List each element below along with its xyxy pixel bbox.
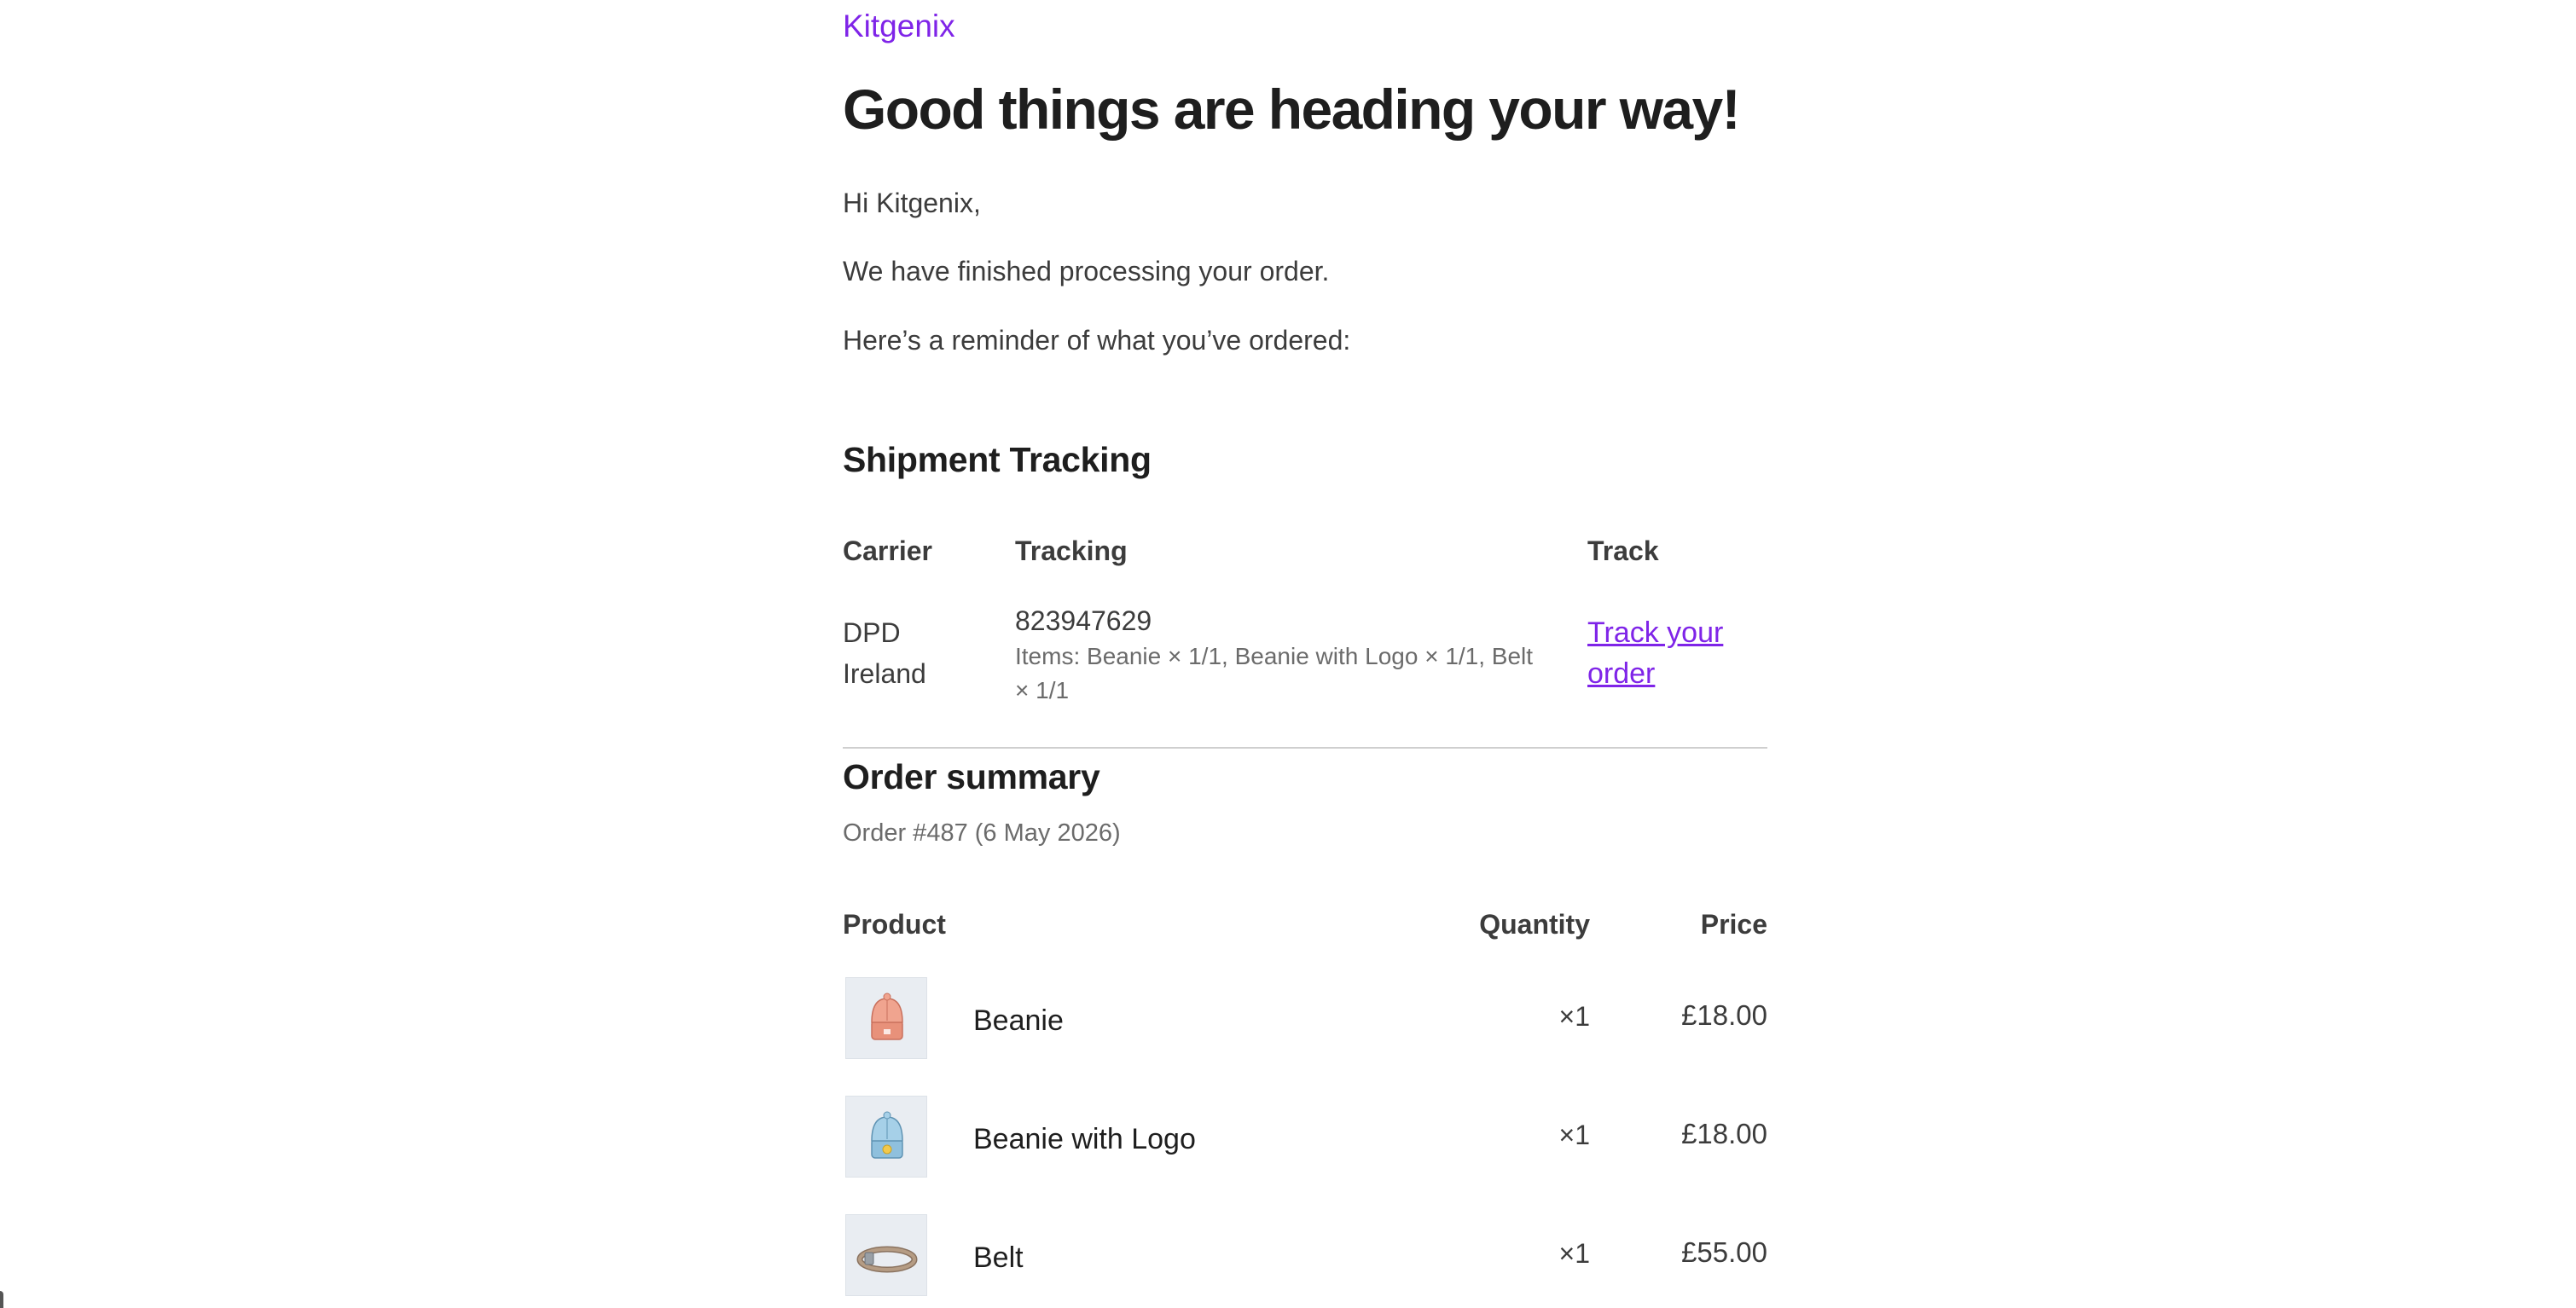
page-title: Good things are heading your way! (843, 78, 1741, 141)
carrier-cell: DPD Ireland (843, 612, 926, 694)
product-price: £18.00 (1681, 1118, 1767, 1149)
order-meta: Order #487 (6 May 2026) (843, 819, 1121, 847)
product-price: £18.00 (1681, 999, 1767, 1031)
tracking-items: Items: Beanie × 1/1, Beanie with Logo × … (1015, 640, 1533, 708)
quantity-header: Quantity (1479, 909, 1590, 940)
greeting-text: Hi Kitgenix, (843, 188, 981, 218)
product-quantity: ×1 (1558, 1120, 1590, 1150)
shipment-tracking-title: Shipment Tracking (843, 440, 1152, 479)
product-thumbnail (845, 977, 927, 1059)
processed-text: We have finished processing your order. (843, 256, 1330, 286)
belt-icon (856, 1246, 918, 1273)
carrier-name-line2: Ireland (843, 658, 926, 689)
track-header: Track (1587, 535, 1659, 566)
tracking-header: Tracking (1015, 535, 1128, 566)
carrier-header: Carrier (843, 535, 932, 566)
track-order-link-line1[interactable]: Track your (1587, 612, 1723, 653)
carrier-name-line1: DPD (843, 617, 901, 648)
product-name: Belt (973, 1241, 1024, 1274)
product-thumbnail (845, 1214, 927, 1296)
brand-name: Kitgenix (843, 9, 955, 43)
reminder-text: Here’s a reminder of what you’ve ordered… (843, 325, 1351, 356)
product-price: £55.00 (1681, 1236, 1767, 1268)
window-edge-mark (0, 1291, 3, 1308)
track-order-link[interactable]: Track your order (1587, 612, 1723, 694)
track-order-link-line2[interactable]: order (1587, 653, 1723, 694)
tracking-items-line2: × 1/1 (1015, 677, 1070, 703)
product-name: Beanie with Logo (973, 1123, 1196, 1155)
product-thumbnail (845, 1096, 927, 1178)
product-header: Product (843, 909, 946, 940)
tracking-items-line1: Items: Beanie × 1/1, Beanie with Logo × … (1015, 643, 1534, 669)
product-quantity: ×1 (1558, 1238, 1590, 1269)
order-summary-title: Order summary (843, 757, 1100, 796)
product-quantity: ×1 (1558, 1001, 1590, 1032)
beanie-icon (871, 993, 903, 1040)
product-name: Beanie (973, 1004, 1064, 1037)
beanie-logo-icon (871, 1111, 903, 1159)
section-divider (843, 747, 1767, 749)
tracking-number: 823947629 (1015, 605, 1152, 636)
price-header: Price (1700, 909, 1767, 940)
